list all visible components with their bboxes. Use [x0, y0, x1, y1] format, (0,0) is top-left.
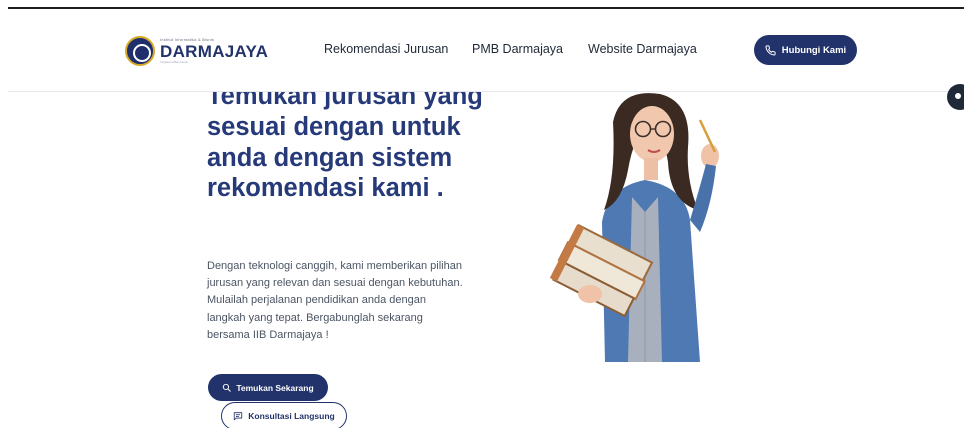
- logo-name: DARMAJAYA: [160, 42, 269, 61]
- search-icon: [223, 383, 232, 392]
- nav-link-website-darmajaya[interactable]: Website Darmajaya: [588, 42, 697, 56]
- logo-subtitle: Yayasan Alfian Husin: [160, 60, 189, 64]
- find-now-button[interactable]: Temukan Sekarang: [208, 374, 328, 401]
- hero-description: Dengan teknologi canggih, kami memberika…: [207, 260, 463, 341]
- logo-text: Institut Informatika & Bisnis DARMAJAYA …: [160, 38, 268, 64]
- logo[interactable]: Institut Informatika & Bisnis DARMAJAYA …: [125, 33, 268, 69]
- consult-button-label: Konsultasi Langsung: [248, 411, 335, 421]
- hero-title-viewport: Temukan jurusan yang sesuai dengan untuk…: [0, 92, 964, 352]
- chat-icon: [234, 412, 243, 421]
- hero-student-illustration: [550, 93, 719, 362]
- contact-button[interactable]: Hubungi Kami: [754, 35, 857, 65]
- hero-title: Temukan jurusan yang sesuai dengan untuk…: [207, 92, 483, 203]
- contact-button-label: Hubungi Kami: [781, 44, 847, 56]
- nav-link-rekomendasi-jurusan[interactable]: Rekomendasi Jurusan: [324, 42, 448, 56]
- nav-link-pmb-darmajaya[interactable]: PMB Darmajaya: [472, 42, 563, 56]
- find-now-button-label: Temukan Sekarang: [236, 382, 314, 393]
- consult-button[interactable]: Konsultasi Langsung: [221, 402, 347, 428]
- logo-seal-icon: [125, 36, 155, 66]
- phone-icon: [765, 44, 776, 56]
